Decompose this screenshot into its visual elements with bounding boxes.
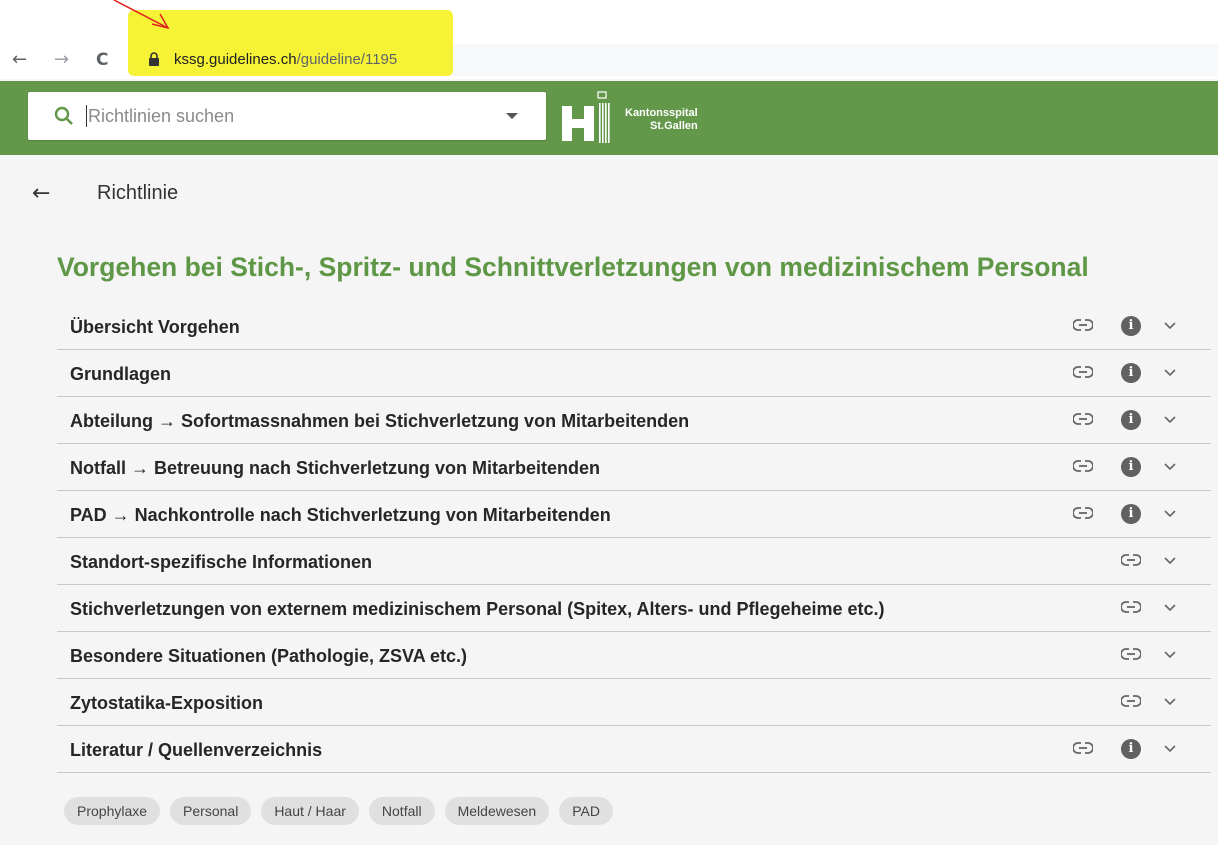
chevron-down-icon[interactable] [1163,603,1177,612]
section-row[interactable]: Literatur / Quellenverzeichnis i [57,726,1211,773]
section-row[interactable]: Stichverletzungen von externem medizinis… [57,585,1211,632]
page-title: Richtlinie [97,182,179,204]
section-actions: i [1073,315,1185,337]
search-icon [54,106,73,125]
link-icon[interactable] [1073,742,1093,754]
tag-chip[interactable]: Personal [170,797,252,825]
section-actions [1073,691,1185,713]
info-icon[interactable]: i [1121,410,1141,430]
info-icon[interactable]: i [1121,457,1141,477]
section-label: Grundlagen [70,364,172,384]
app-header: Richtlinien suchen Kantonsspital St.Gall… [0,81,1218,155]
section-actions [1073,644,1185,666]
chevron-down-icon[interactable] [1163,462,1177,471]
url-text[interactable]: kssg.guidelines.ch/guideline/1195 [174,50,397,70]
section-label: Stichverletzungen von externem medizinis… [70,599,885,619]
section-row[interactable]: Grundlagen i [57,350,1211,397]
logo-text: Kantonsspital St.Gallen [625,107,698,133]
section-label: Besondere Situationen (Pathologie, ZSVA … [70,646,468,666]
red-arrow-annotation [113,0,170,30]
chevron-down-icon[interactable] [1163,697,1177,706]
section-actions: i [1073,738,1185,760]
section-label: Notfall → Betreuung nach Stichverletzung… [70,458,601,478]
section-list: Übersicht Vorgehen i Grundlagen i Abteilung … [57,303,1211,773]
section-label: PAD → Nachkontrolle nach Stichverletzung… [70,505,611,525]
section-actions [1073,550,1185,572]
logo-mark-icon [562,91,610,143]
section-row[interactable]: Besondere Situationen (Pathologie, ZSVA … [57,632,1211,679]
link-icon[interactable] [1073,319,1093,331]
url-host: kssg.guidelines.ch [174,51,297,68]
chevron-down-icon[interactable] [1163,321,1177,330]
search-input[interactable]: Richtlinien suchen [28,92,546,140]
section-actions [1073,597,1185,619]
link-icon[interactable] [1121,554,1141,566]
guideline-title: Vorgehen bei Stich-, Spritz- und Schnitt… [57,252,1089,282]
url-path: /guideline/1195 [296,51,398,68]
section-row[interactable]: Übersicht Vorgehen i [57,303,1211,350]
chevron-down-icon[interactable] [1163,368,1177,377]
section-row[interactable]: Standort-spezifische Informationen [57,538,1211,585]
link-icon[interactable] [1073,413,1093,425]
info-icon[interactable]: i [1121,739,1141,759]
back-button[interactable]: ← [32,182,50,206]
kssg-logo[interactable]: Kantonsspital St.Gallen [562,91,722,145]
section-label: Standort-spezifische Informationen [70,552,373,572]
tag-chip[interactable]: PAD [559,797,613,825]
section-actions: i [1073,503,1185,525]
section-label: Zytostatika-Exposition [70,693,264,713]
link-icon[interactable] [1121,648,1141,660]
section-label: Abteilung → Sofortmassnahmen bei Stichve… [70,411,690,431]
tag-chip[interactable]: Notfall [368,797,435,825]
section-label: Literatur / Quellenverzeichnis [70,740,323,760]
section-row[interactable]: PAD → Nachkontrolle nach Stichverletzung… [57,491,1211,538]
link-icon[interactable] [1073,460,1093,472]
tag-chip[interactable]: Prophylaxe [64,797,161,825]
browser-back-button[interactable]: ← [12,47,27,73]
section-row[interactable]: Notfall → Betreuung nach Stichverletzung… [57,444,1211,491]
chevron-down-icon[interactable] [1163,415,1177,424]
section-row[interactable]: Abteilung → Sofortmassnahmen bei Stichve… [57,397,1211,444]
section-actions: i [1073,456,1185,478]
browser-reload-button[interactable]: C [96,47,108,73]
logo-line-1: Kantonsspital [625,107,698,119]
info-icon[interactable]: i [1121,363,1141,383]
chevron-down-icon[interactable] [1163,744,1177,753]
tag-list: Prophylaxe Personal Haut / Haar Notfall Meld… [64,797,613,825]
section-actions: i [1073,362,1185,384]
info-icon[interactable]: i [1121,504,1141,524]
browser-toolbar: ← → C kssg.guidelines.ch/guideline/1195 [0,0,1218,79]
link-icon[interactable] [1073,366,1093,378]
chevron-down-icon[interactable] [1163,556,1177,565]
tag-chip[interactable]: Haut / Haar [261,797,359,825]
section-label: Übersicht Vorgehen [70,317,240,337]
chevron-down-icon[interactable] [1163,650,1177,659]
link-icon[interactable] [1121,601,1141,613]
dropdown-arrow-icon[interactable] [506,113,518,119]
logo-line-2: St.Gallen [650,120,698,132]
lock-icon [149,52,159,66]
tag-chip[interactable]: Meldewesen [444,797,550,825]
section-actions: i [1073,409,1185,431]
search-placeholder: Richtlinien suchen [88,106,235,126]
text-caret [86,105,87,127]
info-icon[interactable]: i [1121,316,1141,336]
section-row[interactable]: Zytostatika-Exposition [57,679,1211,726]
browser-forward-button[interactable]: → [54,47,69,73]
chevron-down-icon[interactable] [1163,509,1177,518]
link-icon[interactable] [1121,695,1141,707]
link-icon[interactable] [1073,507,1093,519]
